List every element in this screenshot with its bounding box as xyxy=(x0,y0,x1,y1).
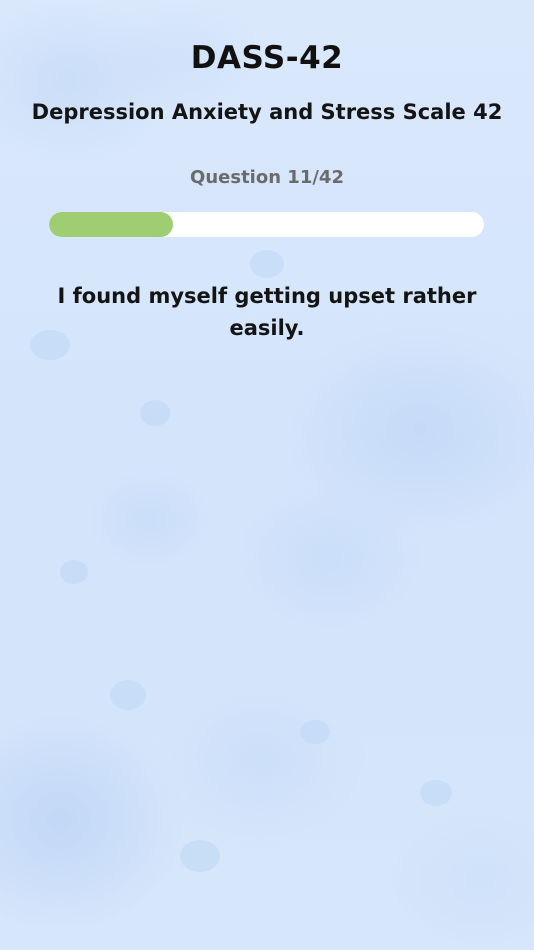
background-blot xyxy=(60,560,88,584)
progress-bar-fill xyxy=(49,212,174,237)
watercolor-background xyxy=(0,0,534,950)
page-subtitle: Depression Anxiety and Stress Scale 42 xyxy=(31,100,503,124)
background-blot xyxy=(420,780,452,806)
question-counter: Question 11/42 xyxy=(190,167,344,188)
background-blot xyxy=(250,250,284,278)
question-text: I found myself getting upset rather easi… xyxy=(57,284,477,340)
progress-bar xyxy=(49,212,484,237)
background-blot xyxy=(140,400,170,426)
background-blot xyxy=(300,720,330,744)
background-blot xyxy=(180,840,220,872)
background-blot xyxy=(110,680,146,710)
page-title: DASS-42 xyxy=(190,40,344,76)
